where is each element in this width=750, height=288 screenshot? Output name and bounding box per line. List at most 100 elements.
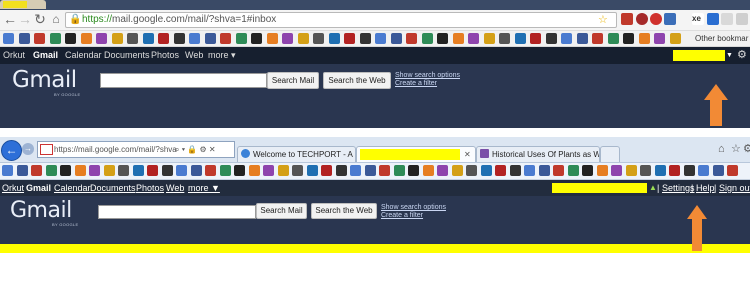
gbar-link-documents[interactable]: Documents [90,180,136,196]
bookmark-favicon-icon[interactable] [422,165,434,176]
bookmark-favicon-icon[interactable] [452,33,464,44]
bookmark-favicon-icon[interactable] [592,33,603,44]
bookmark-favicon-icon[interactable] [406,33,417,44]
bookmark-favicon-icon[interactable] [45,165,57,176]
bookmark-favicon-icon[interactable] [669,165,680,176]
account-redacted[interactable] [552,183,647,193]
new-tab-button[interactable] [600,146,620,162]
extension-icon[interactable] [707,13,719,25]
bookmark-favicon-icon[interactable] [364,165,376,176]
bookmark-favicon-icon[interactable] [74,165,86,176]
extension-icon[interactable]: xe [692,13,704,25]
bookmark-favicon-icon[interactable] [89,165,100,176]
extension-icon[interactable] [621,13,633,25]
gbar-link-orkut[interactable]: Orkut [3,47,25,64]
bookmark-favicon-icon[interactable] [292,165,303,176]
tab-techport[interactable]: Welcome to TECHPORT - A De... [237,146,356,162]
extension-icon[interactable] [664,13,676,25]
search-mail-button[interactable]: Search Mail [256,203,307,219]
bookmark-favicon-icon[interactable] [654,165,666,176]
bookmark-favicon-icon[interactable] [282,33,293,44]
gbar-link-gmail[interactable]: Gmail [26,180,51,196]
bookmark-favicon-icon[interactable] [344,33,355,44]
bookmark-favicon-icon[interactable] [683,165,695,176]
bookmark-favicon-icon[interactable] [451,165,463,176]
bookmark-favicon-icon[interactable] [142,33,154,44]
bookmark-favicon-icon[interactable] [623,33,634,44]
reload-icon[interactable]: ↻ [33,12,47,26]
gbar-link-calendar[interactable]: Calendar [54,180,91,196]
gbar-link-photos[interactable]: Photos [136,180,164,196]
gbar-link-photos[interactable]: Photos [151,47,179,64]
bookmark-favicon-icon[interactable] [190,165,202,176]
search-web-button[interactable]: Search the Web [323,72,391,89]
bookmark-favicon-icon[interactable] [727,165,738,176]
bookmark-favicon-icon[interactable] [466,165,477,176]
bookmark-favicon-icon[interactable] [173,33,185,44]
bookmark-favicon-icon[interactable] [393,165,405,176]
gear-icon[interactable]: ⚙ [743,143,750,155]
bookmark-favicon-icon[interactable] [335,165,347,176]
bookmark-favicon-icon[interactable] [611,165,622,176]
bookmark-favicon-icon[interactable] [3,33,14,44]
bookmark-favicon-icon[interactable] [638,33,650,44]
bookmark-favicon-icon[interactable] [561,33,572,44]
bookmark-favicon-icon[interactable] [483,33,495,44]
bookmark-favicon-icon[interactable] [524,165,535,176]
help-link[interactable]: Help [696,180,715,196]
extension-icon[interactable] [650,13,662,25]
bookmark-favicon-icon[interactable] [266,33,278,44]
create-filter-link[interactable]: Create a filter [395,80,437,87]
bookmark-favicon-icon[interactable] [49,33,61,44]
bookmark-favicon-icon[interactable] [161,165,173,176]
bookmark-favicon-icon[interactable] [538,165,550,176]
bookmark-favicon-icon[interactable] [103,165,115,176]
bookmark-favicon-icon[interactable] [625,165,637,176]
address-bar-icons[interactable]: ⌕ ▾ 🔒 ⚙ ✕ [175,142,216,157]
page-menu-icon[interactable] [721,13,733,25]
search-mail-button[interactable]: Search Mail [267,72,319,89]
bookmark-favicon-icon[interactable] [65,33,76,44]
home-icon[interactable]: ⌂ [49,12,63,26]
bookmark-favicon-icon[interactable] [553,165,564,176]
settings-link[interactable]: Settings [662,180,695,196]
bookmark-favicon-icon[interactable] [158,33,169,44]
bookmark-favicon-icon[interactable] [96,33,107,44]
bookmark-favicon-icon[interactable] [321,165,332,176]
bookmark-favicon-icon[interactable] [2,165,13,176]
bookmark-favicon-icon[interactable] [328,33,340,44]
bookmark-favicon-icon[interactable] [220,33,231,44]
bookmark-favicon-icon[interactable] [437,165,448,176]
create-filter-link[interactable]: Create a filter [381,212,423,219]
gmail-logo[interactable]: Gmail [10,199,72,223]
bookmark-favicon-icon[interactable] [234,165,245,176]
address-bar[interactable]: https://mail.google.com/mail/?shva ⌕ ▾ 🔒… [37,141,235,158]
star-icon[interactable]: ☆ [598,13,608,27]
bookmark-favicon-icon[interactable] [189,33,200,44]
favorites-star-icon[interactable]: ☆ [731,143,741,155]
bookmark-favicon-icon[interactable] [204,33,216,44]
bookmark-favicon-icon[interactable] [390,33,402,44]
bookmark-favicon-icon[interactable] [205,165,216,176]
bookmark-favicon-icon[interactable] [31,165,42,176]
bookmark-favicon-icon[interactable] [350,165,361,176]
bookmark-favicon-icon[interactable] [514,33,526,44]
bookmark-favicon-icon[interactable] [468,33,479,44]
chrome-tab[interactable] [0,0,46,9]
other-bookmarks[interactable]: Other bookmar [695,32,748,45]
bookmark-favicon-icon[interactable] [34,33,45,44]
bookmark-favicon-icon[interactable] [235,33,247,44]
bookmark-favicon-icon[interactable] [16,165,28,176]
bookmark-favicon-icon[interactable] [375,33,386,44]
bookmark-favicon-icon[interactable] [421,33,433,44]
bookmark-favicon-icon[interactable] [313,33,324,44]
account-redacted[interactable] [673,50,725,61]
chevron-down-icon[interactable]: ▼ [726,47,733,64]
bookmark-favicon-icon[interactable] [437,33,448,44]
bookmark-favicon-icon[interactable] [18,33,30,44]
search-input[interactable] [98,205,256,219]
gbar-link-web[interactable]: Web [185,47,203,64]
bookmark-favicon-icon[interactable] [495,165,506,176]
gbar-link-calendar[interactable]: Calendar [65,47,102,64]
bookmark-favicon-icon[interactable] [509,165,521,176]
